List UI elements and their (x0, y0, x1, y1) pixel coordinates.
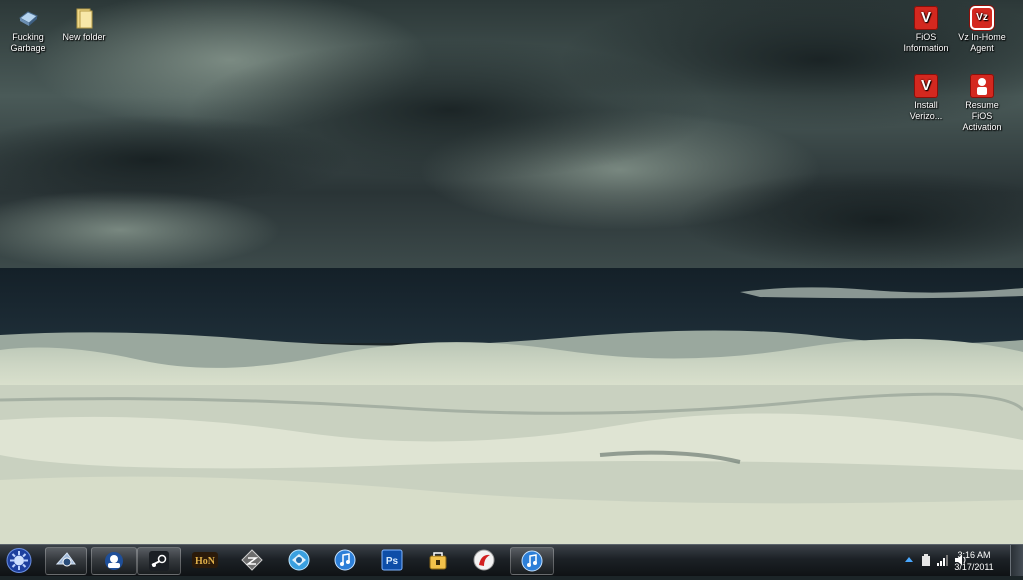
red-app-icon (473, 549, 495, 571)
taskbar-button-red-app[interactable] (464, 547, 504, 573)
taskbar-button-messenger[interactable] (91, 547, 137, 575)
hon-icon: HoN (192, 552, 218, 568)
app-blue-circle-icon (288, 549, 310, 571)
show-hidden-icons-icon[interactable] (905, 556, 913, 564)
taskbar-button-bag-app[interactable] (418, 547, 458, 573)
taskbar-button-photoshop[interactable]: Ps (372, 547, 412, 573)
show-desktop-button[interactable] (1010, 545, 1023, 576)
vz-glyph: Vz (976, 12, 988, 23)
recycle-bin-icon (16, 6, 40, 30)
start-orb-icon (6, 548, 32, 573)
itunes-icon (334, 549, 356, 571)
vz-agent-icon: Vz (970, 6, 994, 30)
hon-text: HoN (195, 556, 216, 567)
taskbar-button-steam[interactable] (137, 547, 181, 575)
desktop-icon-label: Install Verizo... (909, 100, 943, 121)
clock[interactable]: 3:16 AM 3/17/2011 (949, 549, 999, 573)
taskbar-button-magnifier[interactable] (45, 547, 87, 575)
itunes-icon (521, 550, 543, 572)
desktop-wallpaper (0, 0, 1023, 544)
start-button[interactable] (4, 546, 34, 575)
desktop-icon-label: Resume FiOS Activation (962, 100, 1002, 132)
desktop-icon-vz-in-home-agent[interactable]: Vz Vz In-Home Agent (954, 6, 1010, 54)
desktop-icon-label: New folder (62, 32, 106, 42)
taskbar-button-itunes-running[interactable] (510, 547, 554, 575)
clock-date: 3/17/2011 (954, 562, 994, 572)
taskbar-button-itunes[interactable] (325, 547, 365, 573)
photoshop-icon: Ps (381, 549, 403, 571)
folder-icon (72, 6, 96, 30)
verizon-v-icon: V (914, 74, 938, 98)
desktop-icon-install-verizon[interactable]: V Install Verizo... (898, 74, 954, 122)
taskbar-button-blue-app[interactable] (279, 547, 319, 573)
desktop-icon-label: Vz In-Home Agent (958, 32, 1006, 53)
fios-activation-icon (970, 74, 994, 98)
bag-app-icon (429, 552, 447, 570)
game-diamond-icon (241, 549, 263, 571)
system-tray: 3:16 AM 3/17/2011 (873, 545, 1023, 576)
desktop-icon-resume-fios-activation[interactable]: Resume FiOS Activation (954, 74, 1010, 133)
taskbar-button-game[interactable] (232, 547, 272, 573)
desktop-icon-recycle-bin[interactable]: Fucking Garbage (0, 6, 56, 54)
power-icon[interactable] (921, 554, 931, 566)
desktop-icon-fios-information[interactable]: V FiOS Information (898, 6, 954, 54)
network-icon[interactable] (937, 554, 949, 566)
clock-time: 3:16 AM (957, 550, 991, 560)
desktop-icon-new-folder[interactable]: New folder (56, 6, 112, 43)
taskbar-button-hon[interactable]: HoN (186, 547, 224, 573)
messenger-icon (105, 552, 123, 570)
verizon-v-icon: V (914, 6, 938, 30)
app-magnifier-icon (55, 552, 76, 567)
steam-icon (149, 551, 169, 571)
desktop-icon-label: FiOS Information (903, 32, 949, 53)
taskbar: HoN Ps 3:16 AM 3/17/2011 (0, 544, 1023, 576)
photoshop-text: Ps (386, 556, 399, 567)
desktop-icon-label: Fucking Garbage (10, 32, 46, 53)
